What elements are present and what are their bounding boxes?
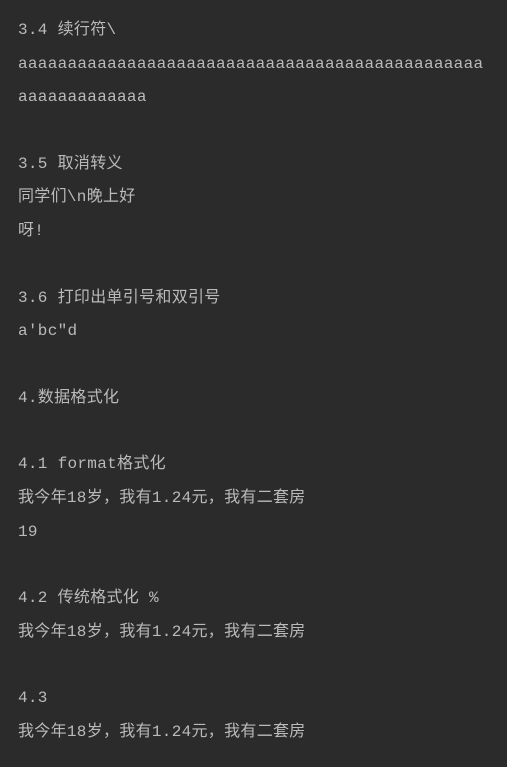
blank-line xyxy=(18,349,489,382)
output-line: 3.6 打印出单引号和双引号 xyxy=(18,282,489,316)
output-line: 4.1 format格式化 xyxy=(18,448,489,482)
output-line: a'bc"d xyxy=(18,315,489,349)
blank-line xyxy=(18,549,489,582)
blank-line xyxy=(18,649,489,682)
output-line: 3.4 续行符\ xyxy=(18,14,489,48)
blank-line xyxy=(18,249,489,282)
output-line: 同学们\n晚上好 xyxy=(18,181,489,215)
output-line: 4.数据格式化 xyxy=(18,382,489,416)
output-line: 我今年18岁，我有1.24元，我有二套房 xyxy=(18,616,489,650)
output-line: 19 xyxy=(18,516,489,550)
blank-line xyxy=(18,415,489,448)
console-output: 3.4 续行符\ aaaaaaaaaaaaaaaaaaaaaaaaaaaaaaa… xyxy=(18,14,489,750)
output-line: 3.5 取消转义 xyxy=(18,148,489,182)
output-line: 我今年18岁，我有1.24元，我有二套房 xyxy=(18,482,489,516)
output-line: 呀! xyxy=(18,215,489,249)
output-line: 4.3 xyxy=(18,682,489,716)
blank-line xyxy=(18,115,489,148)
output-line: aaaaaaaaaaaaaaaaaaaaaaaaaaaaaaaaaaaaaaaa… xyxy=(18,48,489,115)
output-line: 我今年18岁，我有1.24元，我有二套房 xyxy=(18,716,489,750)
output-line: 4.2 传统格式化 % xyxy=(18,582,489,616)
